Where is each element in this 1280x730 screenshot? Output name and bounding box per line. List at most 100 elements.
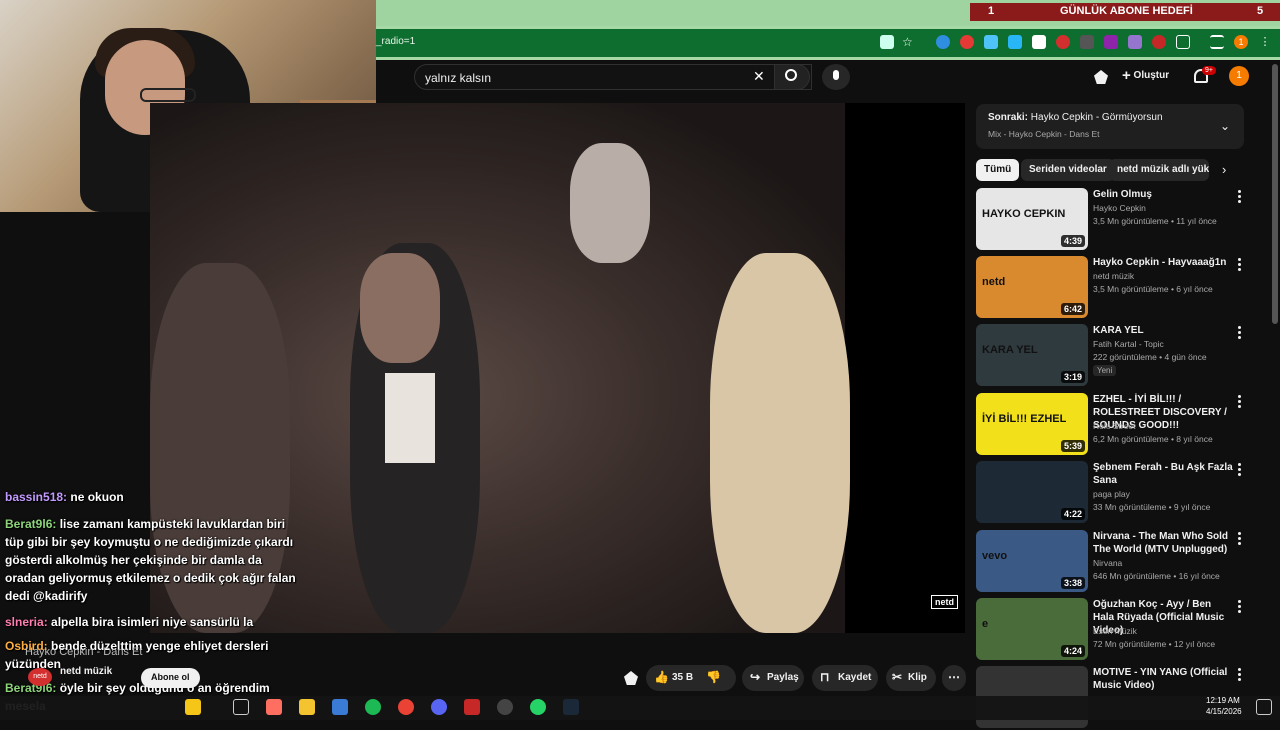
spotify-icon[interactable] bbox=[365, 699, 381, 715]
ublock-icon[interactable] bbox=[1056, 35, 1070, 49]
video-channel[interactable]: Hayko Cepkin bbox=[1093, 203, 1146, 213]
chip-channel-uploads[interactable]: netd müzik adlı yükle bbox=[1109, 159, 1209, 181]
extension-icon-5[interactable] bbox=[1032, 35, 1046, 49]
video-channel[interactable]: Nirvana bbox=[1093, 558, 1122, 568]
video-title[interactable]: Gelin Olmuş bbox=[1093, 188, 1233, 201]
sparkle-icon[interactable] bbox=[624, 671, 638, 685]
video-title[interactable]: Hayko Cepkin - Hayvaaağ1n bbox=[1093, 256, 1233, 269]
recommendation-item[interactable]: 4:22 Şebnem Ferah - Bu Aşk Fazla Sana paga… bbox=[976, 461, 1246, 525]
account-avatar[interactable]: 1 bbox=[1229, 66, 1249, 86]
more-options-icon[interactable] bbox=[1236, 326, 1242, 340]
file-explorer-icon[interactable] bbox=[299, 699, 315, 715]
more-options-icon[interactable] bbox=[1236, 395, 1242, 409]
video-meta: 3,5 Mn görüntüleme • 11 yıl önce bbox=[1093, 216, 1217, 226]
video-channel[interactable]: Role Street bbox=[1093, 421, 1136, 431]
address-bar[interactable]: _radio=1 bbox=[376, 29, 1280, 57]
recommendation-item[interactable]: KARA YEL 3:19 KARA YEL Fatih Kartal - Topic… bbox=[976, 324, 1246, 388]
more-actions-icon[interactable]: ⋯ bbox=[942, 665, 966, 691]
task-view-icon[interactable] bbox=[233, 699, 249, 715]
chrome-icon[interactable] bbox=[398, 699, 414, 715]
video-thumbnail[interactable]: netd 6:42 bbox=[976, 256, 1088, 318]
video-title[interactable]: Şebnem Ferah - Bu Aşk Fazla Sana bbox=[1093, 461, 1233, 487]
subscribe-button[interactable]: Abone ol bbox=[141, 668, 200, 688]
reading-list-icon[interactable] bbox=[1210, 35, 1224, 49]
recommendation-item[interactable]: vevo 3:38 Nirvana - The Man Who Sold The W… bbox=[976, 530, 1246, 594]
video-title[interactable]: Nirvana - The Man Who Sold The World (MT… bbox=[1093, 530, 1233, 556]
notifications-icon[interactable] bbox=[1256, 699, 1272, 715]
video-thumbnail[interactable]: HAYKO CEPKIN 4:39 bbox=[976, 188, 1088, 250]
glasses bbox=[140, 88, 196, 102]
next-up-panel[interactable]: Sonraki: Hayko Cepkin - Görmüyorsun Mix … bbox=[976, 104, 1244, 149]
video-thumbnail[interactable]: e 4:24 bbox=[976, 598, 1088, 660]
more-options-icon[interactable] bbox=[1236, 463, 1242, 477]
clear-search-icon[interactable]: ✕ bbox=[753, 68, 765, 85]
share-button[interactable]: ↪ Paylaş bbox=[742, 665, 804, 691]
channel-name[interactable]: netd müzik bbox=[60, 666, 112, 677]
extension-icon-4[interactable] bbox=[1008, 35, 1022, 49]
more-options-icon[interactable] bbox=[1236, 258, 1242, 272]
figure-grey-hair bbox=[570, 143, 650, 263]
whatsapp-icon[interactable] bbox=[530, 699, 546, 715]
recommendation-item[interactable]: İYİ BİL!!! EZHEL 5:39 EZHEL - İYİ BİL!!! /… bbox=[976, 393, 1246, 457]
steam-icon[interactable] bbox=[563, 699, 579, 715]
extension-icon-6[interactable] bbox=[1080, 35, 1094, 49]
more-options-icon[interactable] bbox=[1236, 600, 1242, 614]
more-options-icon[interactable] bbox=[1236, 190, 1242, 204]
chip-series[interactable]: Seriden videolar bbox=[1021, 159, 1115, 181]
chevron-right-icon[interactable]: › bbox=[1222, 162, 1226, 177]
video-thumbnail[interactable]: vevo 3:38 bbox=[976, 530, 1088, 592]
obs-icon[interactable] bbox=[497, 699, 513, 715]
chip-all[interactable]: Tümü bbox=[976, 159, 1020, 181]
browser-menu-icon[interactable]: ⋮ bbox=[1258, 35, 1272, 49]
video-title[interactable]: KARA YEL bbox=[1093, 324, 1233, 337]
page-scrollbar[interactable] bbox=[1272, 64, 1278, 324]
create-button[interactable]: + Oluştur bbox=[1122, 67, 1174, 87]
extension-icon-1[interactable] bbox=[936, 35, 950, 49]
like-icon[interactable]: 👍 bbox=[654, 670, 669, 684]
search-query[interactable]: yalnız kalsın bbox=[425, 71, 491, 85]
store-icon[interactable] bbox=[332, 699, 348, 715]
cast-icon[interactable] bbox=[880, 35, 894, 49]
url-text[interactable]: _radio=1 bbox=[376, 36, 415, 47]
extensions-puzzle-icon[interactable] bbox=[1176, 35, 1190, 49]
dislike-icon[interactable]: 👎 bbox=[706, 670, 721, 684]
copilot-icon[interactable] bbox=[185, 699, 201, 715]
video-thumbnail[interactable]: KARA YEL 3:19 bbox=[976, 324, 1088, 386]
extension-icon-9[interactable] bbox=[1152, 35, 1166, 49]
recommendation-item[interactable]: e 4:24 Oğuzhan Koç - Ayy / Ben Hala Rüyada… bbox=[976, 598, 1246, 662]
extension-icon-7[interactable] bbox=[1104, 35, 1118, 49]
channel-avatar[interactable]: netd bbox=[28, 668, 52, 686]
voice-search-button[interactable] bbox=[822, 64, 850, 90]
chevron-down-icon[interactable]: ⌄ bbox=[1220, 119, 1230, 133]
thumbnail-text: e bbox=[982, 618, 989, 630]
thumbnail-text: KARA YEL bbox=[982, 344, 1038, 356]
video-duration: 4:24 bbox=[1060, 645, 1085, 657]
video-thumbnail[interactable]: İYİ BİL!!! EZHEL 5:39 bbox=[976, 393, 1088, 455]
bookmark-star-icon[interactable]: ☆ bbox=[902, 35, 916, 49]
video-channel[interactable]: Fatih Kartal - Topic bbox=[1093, 339, 1164, 349]
like-count[interactable]: 35 B bbox=[672, 672, 693, 683]
video-channel[interactable]: paga play bbox=[1093, 489, 1130, 499]
extension-icon-2[interactable] bbox=[960, 35, 974, 49]
video-duration: 3:19 bbox=[1060, 371, 1085, 383]
more-options-icon[interactable] bbox=[1236, 668, 1242, 682]
app-icon-red[interactable] bbox=[464, 699, 480, 715]
video-title[interactable]: MOTIVE - YIN YANG (Official Music Video) bbox=[1093, 666, 1233, 692]
search-icon bbox=[785, 69, 797, 81]
search-button[interactable] bbox=[774, 64, 810, 90]
save-button[interactable]: ⊓ Kaydet bbox=[812, 665, 878, 691]
copilot-app-icon[interactable] bbox=[266, 699, 282, 715]
extension-icon-8[interactable] bbox=[1128, 35, 1142, 49]
extension-icon-3[interactable] bbox=[984, 35, 998, 49]
video-meta: 222 görüntüleme • 4 gün önce bbox=[1093, 352, 1207, 362]
recommendation-item[interactable]: netd 6:42 Hayko Cepkin - Hayvaaağ1n netd mü… bbox=[976, 256, 1246, 320]
profile-avatar[interactable]: 1 bbox=[1234, 35, 1248, 49]
more-options-icon[interactable] bbox=[1236, 532, 1242, 546]
video-thumbnail[interactable]: 4:22 bbox=[976, 461, 1088, 523]
recommendation-item[interactable]: HAYKO CEPKIN 4:39 Gelin Olmuş Hayko Cepkin 3… bbox=[976, 188, 1246, 252]
clip-button[interactable]: ✂ Klip bbox=[886, 665, 936, 691]
discord-icon[interactable] bbox=[431, 699, 447, 715]
search-input[interactable]: yalnız kalsın ✕ bbox=[414, 64, 812, 90]
video-channel[interactable]: netd müzik bbox=[1093, 271, 1134, 281]
video-channel[interactable]: Esen Müzik bbox=[1093, 626, 1137, 636]
